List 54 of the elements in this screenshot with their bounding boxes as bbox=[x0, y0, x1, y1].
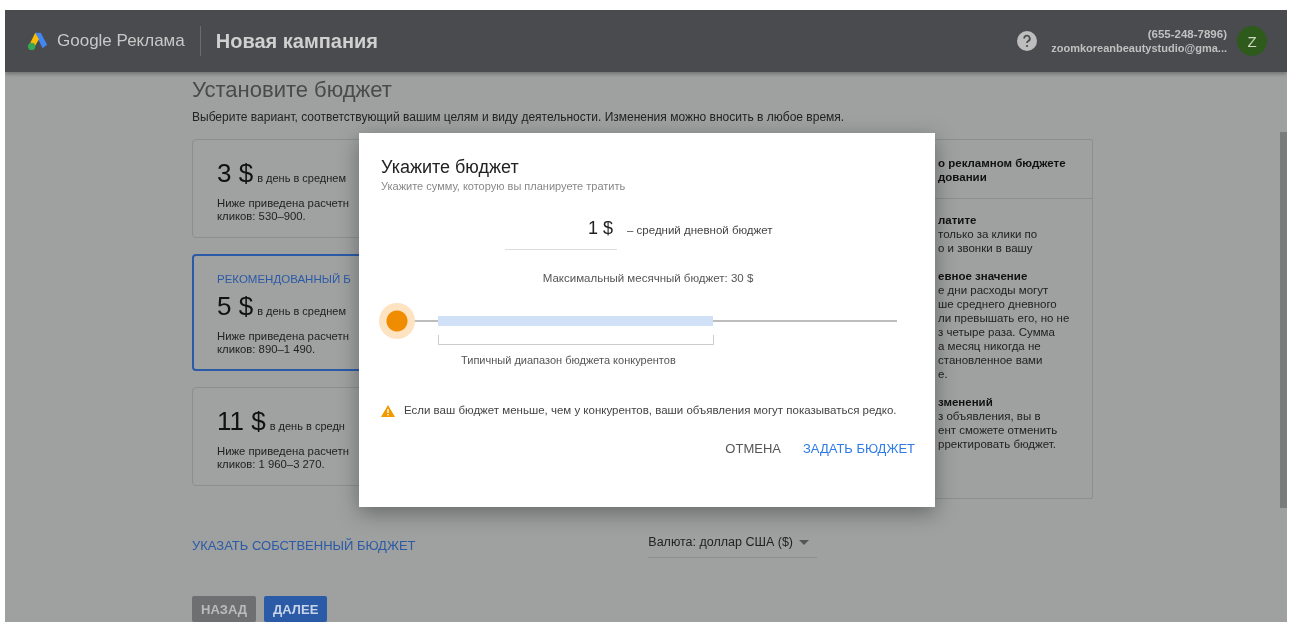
currency-dropdown[interactable]: Валюта: доллар США ($) bbox=[648, 533, 817, 558]
range-label: Типичный диапазон бюджета конкурентов bbox=[461, 354, 677, 366]
amount-label: – средний дневной бюджет bbox=[627, 224, 773, 236]
info-subheading: латите bbox=[938, 213, 978, 227]
section-description: Выберите вариант, соответствующий вашим целям и виду деятельности. Изменения можно вносить в любое время. bbox=[192, 110, 846, 124]
info-text: а месяц никогда не bbox=[938, 339, 1042, 353]
budget-period: в день в средн bbox=[269, 420, 345, 432]
info-heading: о рекламном бюджете bbox=[938, 156, 1067, 170]
amount-field[interactable]: 1 $ bbox=[505, 218, 617, 250]
warning-icon bbox=[381, 405, 395, 417]
budget-period: в день в среднем bbox=[257, 305, 347, 317]
monthly-max: Максимальный месячный бюджет: 30 $ bbox=[541, 272, 755, 284]
avatar[interactable]: Z bbox=[1237, 26, 1267, 56]
budget-amount: 11 $ bbox=[217, 406, 266, 437]
info-text: е. bbox=[938, 367, 949, 381]
info-text: е дни расходы могут bbox=[938, 283, 1050, 297]
card-label: РЕКОМЕНДОВАННЫЙ Б bbox=[217, 273, 352, 285]
card-text: Ниже приведена расчетн bbox=[217, 197, 350, 210]
budget-period: в день в среднем bbox=[257, 172, 347, 184]
dialog-subtitle: Укажите сумму, которую вы планируете тратить bbox=[381, 180, 627, 192]
slider-thumb[interactable] bbox=[379, 303, 415, 339]
section-title: Установите бюджет bbox=[192, 78, 393, 102]
budget-amount: 5 $ bbox=[217, 291, 254, 322]
set-budget-button[interactable]: ЗАДАТЬ БЮДЖЕТ bbox=[803, 441, 915, 456]
next-button[interactable]: ДАЛЕЕ bbox=[264, 596, 328, 622]
info-text: рректировать бюджет. bbox=[938, 437, 1057, 451]
card-text: кликов: 1 960–3 270. bbox=[217, 458, 326, 471]
page-title: Новая кампания bbox=[215, 29, 378, 53]
info-subheading: зменений bbox=[938, 395, 994, 409]
account-phone: (655-248-7896) bbox=[1147, 27, 1227, 41]
info-text: только за клики по bbox=[938, 227, 1039, 241]
scrollbar[interactable] bbox=[1280, 132, 1287, 508]
card-text: Ниже приведена расчетн bbox=[217, 330, 350, 343]
info-text: ли превышать его, но не bbox=[938, 311, 1071, 325]
info-heading: довании bbox=[938, 170, 988, 184]
caret-icon bbox=[799, 539, 809, 545]
card-text: Ниже приведена расчетн bbox=[217, 445, 350, 458]
logo-icon bbox=[27, 31, 49, 51]
account-email: zoomkoreanbeautystudio@gma... bbox=[1051, 41, 1227, 55]
info-text: ент сможете отменить bbox=[938, 423, 1059, 437]
info-text: з объявления, вы в bbox=[938, 409, 1042, 423]
info-text: з четыре раза. Сумма bbox=[938, 325, 1056, 339]
info-text: становленное вами bbox=[938, 353, 1044, 367]
budget-amount: 3 $ bbox=[217, 158, 254, 189]
card-text: кликов: 530–900. bbox=[217, 210, 307, 223]
info-text: ше среднего дневного bbox=[938, 297, 1058, 311]
info-text: о и звонки в вашу bbox=[938, 241, 1034, 255]
dialog-title: Укажите бюджет bbox=[381, 157, 520, 178]
help-icon[interactable] bbox=[1017, 31, 1038, 51]
card-text: кликов: 890–1 490. bbox=[217, 343, 317, 356]
cancel-button[interactable]: ОТМЕНА bbox=[725, 441, 781, 456]
warning-text: Если ваш бюджет меньше, чем у конкурентов, ваши объявления могут показываться редко. bbox=[404, 403, 898, 417]
info-subheading: евное значение bbox=[938, 269, 1029, 283]
product-name: Google Реклама bbox=[57, 31, 185, 51]
